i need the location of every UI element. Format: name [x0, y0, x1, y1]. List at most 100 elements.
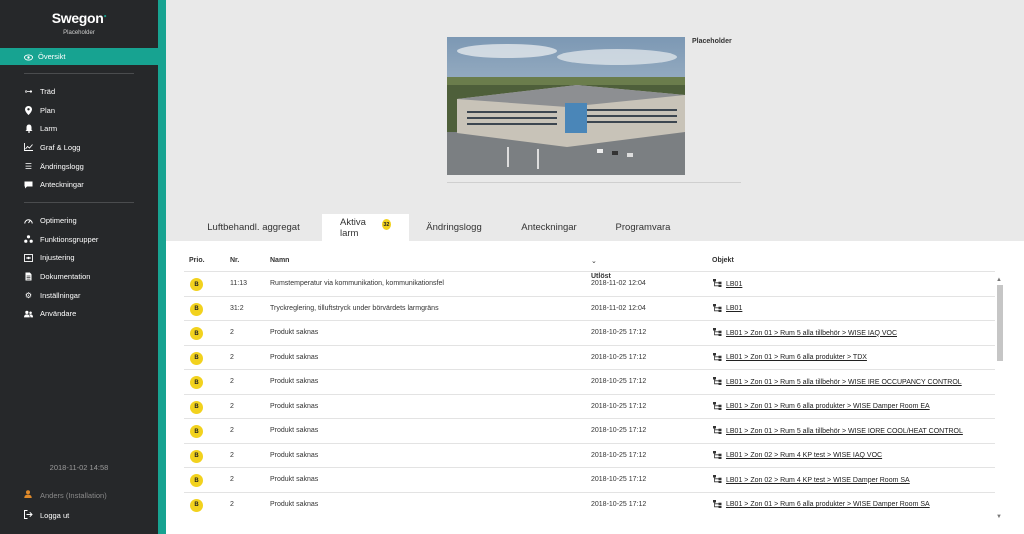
header-trigger[interactable]: Utlöst ⌄ — [591, 257, 611, 280]
object-link[interactable]: LB01 — [726, 305, 742, 312]
priority-badge: B — [190, 400, 203, 414]
table-row[interactable]: B 2 Produkt saknas 2018-10-25 17:12 LB01 > Z… — [184, 442, 995, 468]
sidebar-item-graf-logg[interactable]: Graf & Logg — [0, 138, 158, 157]
table-row[interactable]: B 2 Produkt saknas 2018-10-25 17:12 LB01 > Z… — [184, 369, 995, 394]
sidebar-item-label: Funktionsgrupper — [40, 234, 99, 244]
tab-anteckningar[interactable]: Anteckningar — [499, 214, 599, 241]
sidebar-item-label: Träd — [40, 86, 56, 96]
table-row[interactable]: B 11:13 Rumstemperatur via kommunikation, … — [184, 271, 995, 296]
object-link[interactable]: LB01 — [726, 281, 742, 288]
scroll-down-icon[interactable]: ▼ — [996, 514, 1002, 520]
sidebar-user[interactable]: Anders (Installation) — [24, 490, 107, 500]
sidebar: Swegon● Placeholder Översikt ⊶ Träd Plan … — [0, 0, 158, 534]
sidebar-date: 2018-11-02 14:58 — [49, 463, 109, 472]
logout-button[interactable]: Logga ut — [24, 510, 69, 521]
sidebar-item-trad[interactable]: ⊶ Träd — [0, 82, 158, 101]
object-link[interactable]: LB01 > Zon 01 > Rum 6 alla produkter > W… — [726, 501, 930, 508]
alarm-object: LB01 > Zon 01 > Rum 6 alla produkter > W… — [713, 401, 930, 412]
swegon-logo[interactable]: Swegon● — [0, 10, 158, 26]
sidebar-item-injustering[interactable]: Injustering — [0, 249, 158, 268]
header-prio[interactable]: Prio. — [189, 257, 205, 264]
table-row[interactable]: B 2 Produkt saknas 2018-10-25 17:12 LB01 > Z… — [184, 467, 995, 492]
sidebar-item-andringslogg[interactable]: ☰ Ändringslogg — [0, 157, 158, 176]
table-row[interactable]: B 2 Produkt saknas 2018-10-25 17:12 LB01 > Z… — [184, 320, 995, 345]
eye-icon — [24, 53, 33, 61]
priority-badge: B — [190, 498, 203, 512]
tree-icon: ⊶ — [24, 86, 33, 96]
tree-icon — [713, 377, 722, 387]
header-nr[interactable]: Nr. — [230, 257, 239, 264]
tab-bar: Luftbehandl. aggregat Aktiva larm 32 Ändr… — [185, 214, 687, 241]
alarm-name: Produkt saknas — [270, 451, 319, 459]
alarm-number: 2 — [230, 329, 234, 336]
alarm-number: 2 — [230, 427, 234, 434]
tree-icon — [713, 328, 722, 338]
alarm-object: LB01 > Zon 02 > Rum 4 KP test > WISE IAQ… — [713, 450, 882, 461]
sidebar-item-label: Larm — [40, 124, 58, 134]
object-link[interactable]: LB01 > Zon 01 > Rum 5 alla tillbehör > W… — [726, 428, 963, 435]
sidebar-item-label: Graf & Logg — [40, 142, 81, 152]
table-header: Prio. Nr. Namn Utlöst ⌄ Objekt — [166, 241, 1006, 280]
sidebar-item-plan[interactable]: Plan — [0, 101, 158, 120]
sidebar-item-larm[interactable]: Larm — [0, 119, 158, 138]
alarm-number: 11:13 — [230, 280, 247, 287]
tab-label: Luftbehandl. aggregat — [207, 222, 300, 233]
tab-andringslogg[interactable]: Ändringslogg — [409, 214, 499, 241]
alarm-name: Produkt saknas — [270, 353, 319, 361]
table-row[interactable]: B 2 Produkt saknas 2018-10-25 17:12 LB01 > Z… — [184, 418, 995, 443]
alarm-name: Rumstemperatur via kommunikation, kommun… — [270, 280, 444, 287]
object-link[interactable]: LB01 > Zon 01 > Rum 5 alla tillbehör > W… — [726, 330, 897, 337]
tab-programvara[interactable]: Programvara — [599, 214, 687, 241]
alarm-name: Produkt saknas — [270, 378, 319, 385]
sidebar-item-installningar[interactable]: ⚙ Inställningar — [0, 286, 158, 305]
tree-icon — [713, 279, 722, 289]
priority-badge: B — [190, 474, 203, 487]
alarm-time: 2018-10-25 17:12 — [591, 500, 647, 508]
sidebar-item-label: Översikt — [38, 52, 66, 61]
gear-icon: ⚙ — [24, 290, 33, 300]
alarm-number: 2 — [230, 500, 234, 508]
object-link[interactable]: LB01 > Zon 01 > Rum 6 alla produkter > W… — [726, 403, 930, 410]
sidebar-item-anvandare[interactable]: Användare — [0, 305, 158, 324]
table-row[interactable]: B 2 Produkt saknas 2018-10-25 17:12 LB01 > Z… — [184, 491, 995, 517]
priority-badge: B — [190, 351, 203, 365]
alarm-time: 2018-10-25 17:12 — [591, 427, 647, 434]
sidebar-item-optimering[interactable]: Optimering — [0, 211, 158, 230]
alarm-object: LB01 > Zon 01 > Rum 6 alla produkter > W… — [713, 499, 930, 510]
priority-badge: B — [190, 327, 203, 340]
sidebar-item-label: Dokumentation — [40, 272, 91, 282]
table-row[interactable]: B 2 Produkt saknas 2018-10-25 17:12 LB01 > Z… — [184, 344, 995, 370]
tab-aktiva-larm[interactable]: Aktiva larm 32 — [322, 214, 409, 241]
brand: Swegon● Placeholder — [0, 0, 158, 48]
logo-text: Swegon — [51, 10, 104, 26]
scrollbar[interactable]: ▲ ▼ — [995, 277, 1005, 520]
header-object[interactable]: Objekt — [712, 257, 734, 264]
chevron-down-icon: ⌄ — [591, 258, 597, 265]
object-link[interactable]: LB01 > Zon 01 > Rum 6 alla produkter > T… — [726, 354, 867, 361]
scroll-thumb[interactable] — [997, 285, 1003, 361]
header-name[interactable]: Namn — [270, 257, 289, 264]
user-name: Anders (Installation) — [40, 490, 107, 500]
building-photo — [447, 37, 685, 175]
object-link[interactable]: LB01 > Zon 01 > Rum 5 alla tillbehör > W… — [726, 379, 962, 386]
logout-label: Logga ut — [40, 511, 70, 520]
object-link[interactable]: LB01 > Zon 02 > Rum 4 KP test > WISE Dam… — [726, 477, 910, 484]
tab-luftbehandl-aggregat[interactable]: Luftbehandl. aggregat — [185, 214, 322, 241]
alarm-object: LB01 — [713, 279, 742, 289]
sidebar-item-funktionsgrupper[interactable]: Funktionsgrupper — [0, 230, 158, 249]
table-row[interactable]: B 31:2 Tryckreglering, tilluftstryck under… — [184, 295, 995, 321]
scroll-up-icon[interactable]: ▲ — [996, 277, 1002, 283]
alarm-object: LB01 > Zon 01 > Rum 5 alla tillbehör > W… — [713, 328, 897, 338]
tree-icon — [713, 450, 722, 461]
alarm-number: 2 — [230, 402, 234, 410]
sidebar-item-dokumentation[interactable]: Dokumentation — [0, 267, 158, 286]
sidebar-item-anteckningar[interactable]: Anteckningar — [0, 175, 158, 194]
table-row[interactable]: B 2 Produkt saknas 2018-10-25 17:12 LB01 > Z… — [184, 393, 995, 419]
alarm-object: LB01 — [713, 303, 742, 314]
nav-group-primary: ⊶ Träd Plan Larm Graf & Logg ☰ Ändringslog… — [0, 65, 158, 202]
gauge-icon — [24, 216, 33, 225]
divider — [24, 73, 134, 74]
object-link[interactable]: LB01 > Zon 02 > Rum 4 KP test > WISE IAQ… — [726, 452, 882, 459]
sidebar-item-oversikt[interactable]: Översikt — [0, 48, 158, 65]
tree-icon — [713, 475, 722, 485]
